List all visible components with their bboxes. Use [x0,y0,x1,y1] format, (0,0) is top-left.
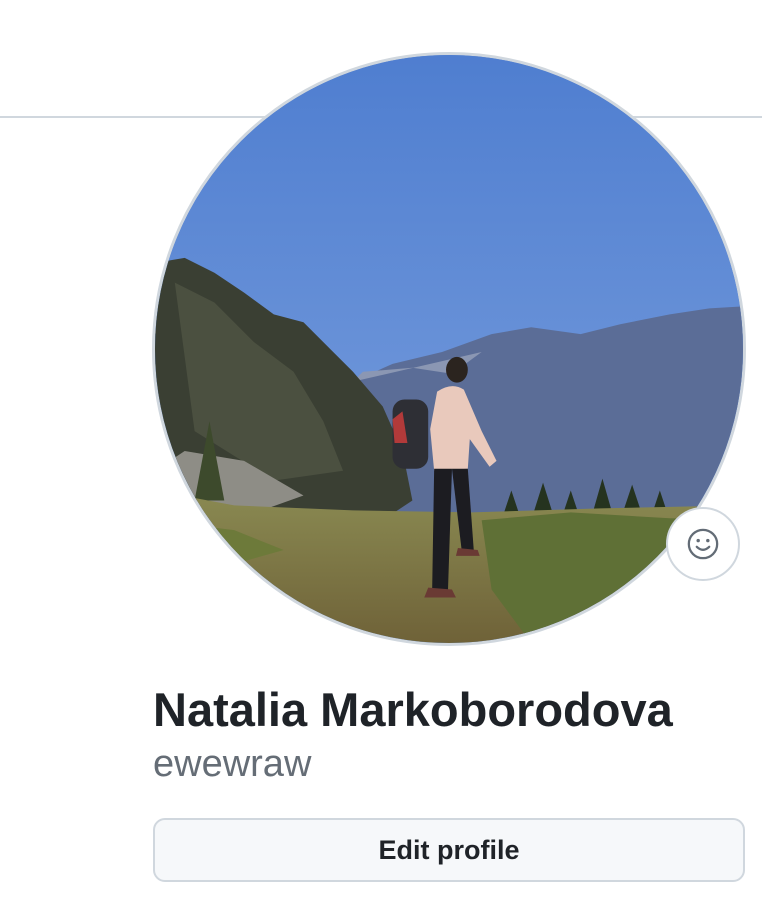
avatar-photo [155,55,743,643]
edit-profile-button[interactable]: Edit profile [153,818,745,882]
smiley-icon [687,528,719,560]
set-status-button[interactable] [666,507,740,581]
profile-sidebar: Natalia Markoborodova ewewraw Edit profi… [0,0,762,912]
profile-username: ewewraw [153,743,312,785]
edit-profile-label: Edit profile [378,834,520,865]
avatar[interactable] [152,52,746,646]
avatar-container [152,52,746,646]
profile-full-name: Natalia Markoborodova [153,683,673,736]
